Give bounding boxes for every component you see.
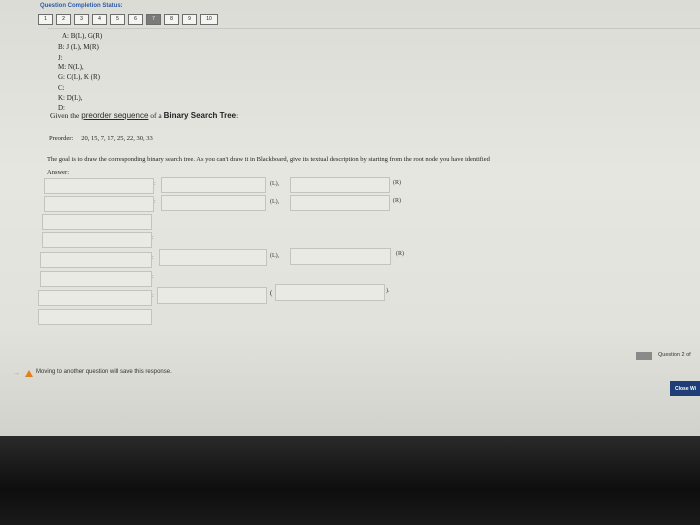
right-child-input-3[interactable] [290, 248, 391, 265]
answer-node-input-7[interactable] [38, 290, 152, 306]
answer-node-input-1[interactable] [44, 178, 154, 194]
left-label-2: (L), [270, 199, 280, 205]
question-navigator: 1 2 3 4 5 6 7 8 9 10 [38, 14, 218, 25]
right-label-3: (R) [396, 251, 404, 257]
monitor-bezel [0, 436, 700, 525]
save-warning-text: Moving to another question will save thi… [36, 369, 172, 375]
left-child-input-1[interactable] [161, 177, 266, 193]
intro-mid: of a [150, 111, 162, 120]
question-4-button[interactable]: 4 [92, 14, 107, 25]
tree-line-a: A: B(L), G(R) [62, 32, 103, 40]
colon-5: : [152, 274, 154, 280]
answer-node-input-8[interactable] [38, 309, 152, 325]
right-child-input-1[interactable] [290, 177, 390, 193]
question-8-button[interactable]: 8 [164, 14, 179, 25]
tree-line-c: C: [58, 84, 65, 92]
question-7-button[interactable]: 7 [146, 14, 161, 25]
question-9-button[interactable]: 9 [182, 14, 197, 25]
answer-node-input-3[interactable] [42, 214, 152, 230]
question-2-button[interactable]: 2 [56, 14, 71, 25]
close-paren: ). [386, 288, 390, 294]
question-completion-status[interactable]: Question Completion Status: [40, 3, 123, 9]
arrow-icon: → [13, 369, 20, 377]
colon-6: : [152, 293, 154, 299]
question-3-button[interactable]: 3 [74, 14, 89, 25]
answer-label: Answer: [47, 169, 70, 176]
tree-line-g: G: C(L), K (R) [58, 73, 100, 81]
question-status-icons[interactable] [636, 352, 652, 360]
right-label-2: (R) [393, 198, 401, 204]
warning-icon [25, 370, 33, 377]
colon-1: : [154, 181, 156, 187]
left-label-1: (L), [270, 181, 280, 187]
preorder-label: Preorder: [49, 135, 74, 142]
answer-node-input-4[interactable] [42, 232, 152, 248]
answer-node-input-6[interactable] [40, 271, 152, 287]
question-5-button[interactable]: 5 [110, 14, 125, 25]
intro-bold: Binary Search Tree [163, 111, 237, 120]
preorder-line: Preorder: 20, 15, 7, 17, 25, 22, 30, 33 [49, 135, 153, 142]
node-input-row-4[interactable] [157, 287, 267, 304]
question-1-button[interactable]: 1 [38, 14, 53, 25]
close-window-button[interactable]: Close Wi [670, 381, 700, 396]
colon-4: : [152, 255, 154, 261]
left-child-input-2[interactable] [161, 195, 266, 211]
left-child-input-3[interactable] [159, 249, 267, 266]
colon-3: : [152, 235, 154, 241]
question-10-button[interactable]: 10 [200, 14, 218, 25]
header-divider [48, 28, 700, 29]
right-child-input-2[interactable] [290, 195, 390, 211]
tree-line-k: K: D(L), [58, 94, 83, 102]
answer-node-input-2[interactable] [44, 196, 154, 212]
question-count: Question 2 of [658, 352, 691, 358]
right-label-1: (R) [393, 180, 401, 186]
preorder-sequence-link[interactable]: preorder sequence [81, 111, 148, 120]
intro-prefix: Given the [50, 111, 80, 120]
left-label-3: (L), [270, 253, 280, 259]
question-6-button[interactable]: 6 [128, 14, 143, 25]
open-paren: ( [270, 289, 273, 297]
colon-2: : [154, 199, 156, 205]
intro-suffix: : [236, 111, 239, 120]
goal-text: The goal is to draw the corresponding bi… [47, 156, 490, 163]
tree-line-b: B: J (L), M(R) [58, 43, 99, 51]
tree-line-m: M: N(L), [58, 63, 84, 71]
answer-node-input-5[interactable] [40, 252, 152, 268]
question-intro: Given the preorder sequence of a Binary … [50, 111, 238, 120]
paren-input-row-4[interactable] [275, 284, 385, 301]
browser-screen: Question Completion Status: 1 2 3 4 5 6 … [0, 0, 700, 436]
tree-line-j: J: [58, 54, 63, 62]
preorder-values: 20, 15, 7, 17, 25, 22, 30, 33 [81, 135, 153, 142]
